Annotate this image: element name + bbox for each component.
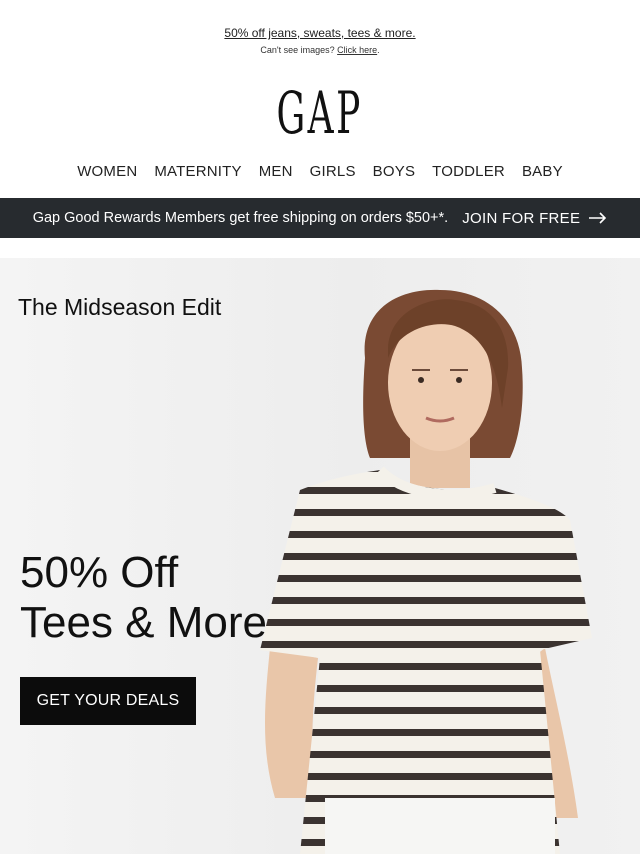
main-nav: WOMEN MATERNITY MEN GIRLS BOYS TODDLER B… bbox=[0, 163, 640, 180]
rewards-banner[interactable]: Gap Good Rewards Members get free shippi… bbox=[0, 198, 640, 238]
cant-see-text: Can't see images? bbox=[260, 45, 335, 55]
nav-girls[interactable]: GIRLS bbox=[310, 163, 356, 180]
logo-text: GAP bbox=[276, 79, 364, 147]
preheader: 50% off jeans, sweats, tees & more. Can'… bbox=[0, 24, 640, 55]
promo-link[interactable]: 50% off jeans, sweats, tees & more. bbox=[224, 26, 415, 40]
rewards-message: Gap Good Rewards Members get free shippi… bbox=[32, 210, 449, 226]
join-for-free-link[interactable]: JOIN FOR FREE bbox=[462, 210, 607, 227]
nav-men[interactable]: MEN bbox=[259, 163, 293, 180]
nav-toddler[interactable]: TODDLER bbox=[432, 163, 505, 180]
headline-line-1: 50% Off bbox=[20, 548, 179, 597]
hero-eyebrow: The Midseason Edit bbox=[18, 294, 222, 320]
nav-maternity[interactable]: MATERNITY bbox=[154, 163, 241, 180]
nav-boys[interactable]: BOYS bbox=[373, 163, 415, 180]
woman-in-striped-tee-image bbox=[260, 289, 592, 854]
headline-line-2: Tees & More bbox=[20, 598, 267, 647]
nav-women[interactable]: WOMEN bbox=[77, 163, 137, 180]
hero-banner[interactable]: The Midseason Edit 50% Off Tees & More G… bbox=[0, 258, 640, 854]
arrow-right-icon bbox=[589, 212, 607, 224]
gap-logo[interactable]: GAP bbox=[0, 84, 640, 142]
nav-baby[interactable]: BABY bbox=[522, 163, 563, 180]
cant-see-images: Can't see images? Click here. bbox=[260, 45, 380, 55]
join-label: JOIN FOR FREE bbox=[462, 209, 581, 227]
hero-headline: 50% Off Tees & More bbox=[20, 548, 267, 648]
get-your-deals-button[interactable]: GET YOUR DEALS bbox=[20, 677, 196, 725]
click-here-link[interactable]: Click here bbox=[337, 45, 377, 55]
